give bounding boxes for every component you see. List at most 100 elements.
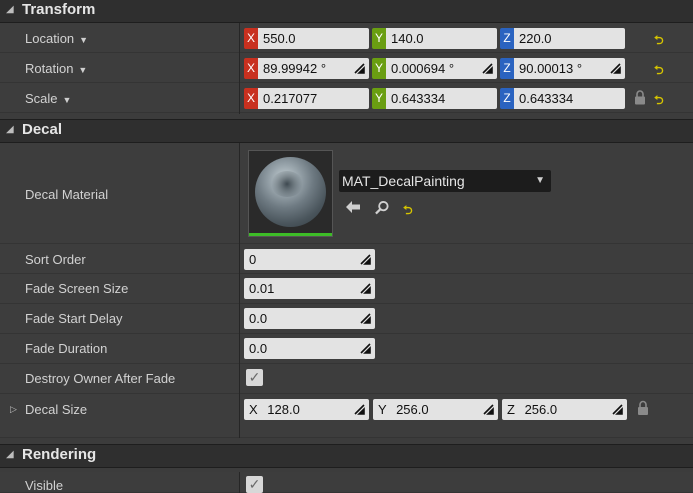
scale-z-value: 0.643334: [519, 91, 574, 106]
destroy-owner-after-fade-checkbox[interactable]: ✓: [246, 369, 263, 386]
rotation-z-field[interactable]: 90.00013 °: [514, 58, 625, 79]
decal-size-y-field[interactable]: Y 256.0: [373, 399, 498, 420]
expand-arrow-icon[interactable]: ▷: [10, 404, 17, 415]
z-axis-badge: Z: [500, 58, 514, 79]
y-axis-badge: Y: [372, 58, 386, 79]
visible-checkbox[interactable]: ✓: [246, 476, 263, 493]
fade-screen-size-value: 0.01: [249, 281, 275, 296]
fade-duration-value: 0.0: [249, 341, 268, 356]
scale-y-field[interactable]: 0.643334: [386, 88, 497, 109]
drag-handle-icon[interactable]: [360, 313, 371, 324]
column-divider-transform[interactable]: [239, 22, 240, 114]
decal-size-x-field[interactable]: X 128.0: [244, 399, 369, 420]
dropdown-arrow-icon[interactable]: ▼: [79, 35, 88, 45]
lock-icon[interactable]: [634, 89, 646, 106]
drag-handle-icon[interactable]: [610, 63, 621, 74]
reset-to-default-icon[interactable]: ⮌: [654, 31, 664, 52]
dropdown-arrow-icon[interactable]: ▼: [535, 170, 545, 192]
y-axis-badge: Y: [372, 88, 386, 109]
collapse-arrow-icon[interactable]: ◢: [6, 449, 14, 460]
decal-size-z-value: 256.0: [524, 402, 558, 417]
drag-handle-icon[interactable]: [360, 343, 371, 354]
decal-size-y-value: 256.0: [396, 402, 429, 417]
location-x-field[interactable]: 550.0: [258, 28, 369, 49]
checkmark-icon: ✓: [248, 369, 261, 385]
collapse-arrow-icon[interactable]: ◢: [6, 4, 14, 15]
drag-handle-icon[interactable]: [354, 63, 365, 74]
decal-size-z-prefix: Z: [507, 402, 515, 417]
drag-handle-icon[interactable]: [482, 63, 493, 74]
location-x-value: 550.0: [263, 31, 296, 46]
location-y-value: 140.0: [391, 31, 424, 46]
rotation-z-value: 90.00013 °: [519, 61, 583, 76]
scale-x-field[interactable]: 0.217077: [258, 88, 369, 109]
material-thumbnail[interactable]: [248, 150, 333, 237]
scale-y-value: 0.643334: [391, 91, 446, 106]
x-axis-badge: X: [244, 88, 258, 109]
fade-start-delay-label: Fade Start Delay: [25, 311, 123, 326]
scale-z-field[interactable]: 0.643334: [514, 88, 625, 109]
fade-duration-field[interactable]: 0.0: [244, 338, 375, 359]
fade-start-delay-field[interactable]: 0.0: [244, 308, 375, 329]
drag-handle-icon[interactable]: [360, 283, 371, 294]
location-label-text: Location: [25, 31, 75, 46]
decal-material-combo[interactable]: MAT_DecalPainting ▼: [339, 170, 551, 192]
location-z-value: 220.0: [519, 31, 552, 46]
rotation-x-value: 89.99942 °: [263, 61, 327, 76]
decal-material-label: Decal Material: [25, 187, 109, 202]
checkmark-icon: ✓: [248, 476, 261, 492]
rotation-y-field[interactable]: 0.000694 °: [386, 58, 497, 79]
row-visible-bg: [0, 472, 693, 493]
decal-category-title: Decal: [22, 121, 63, 138]
decal-size-x-value: 128.0: [267, 402, 300, 417]
destroy-owner-after-fade-label: Destroy Owner After Fade: [25, 371, 176, 386]
x-axis-badge: X: [244, 28, 258, 49]
transform-category-title: Transform: [22, 1, 96, 18]
fade-start-delay-value: 0.0: [249, 311, 268, 326]
material-type-bar: [249, 233, 332, 236]
decal-material-value: MAT_DecalPainting: [342, 173, 465, 189]
drag-handle-icon[interactable]: [354, 404, 365, 415]
decal-size-label: Decal Size: [25, 402, 88, 417]
fade-duration-label: Fade Duration: [25, 341, 108, 356]
fade-screen-size-label: Fade Screen Size: [25, 281, 129, 296]
sort-order-value: 0: [249, 252, 257, 267]
sort-order-field[interactable]: 0: [244, 249, 375, 270]
reset-to-default-icon[interactable]: ⮌: [403, 201, 413, 222]
location-label[interactable]: Location ▼: [25, 31, 88, 46]
transform-category-header[interactable]: ◢ Transform: [0, 0, 693, 23]
drag-handle-icon[interactable]: [483, 404, 494, 415]
column-divider-decal[interactable]: [239, 141, 240, 438]
location-z-field[interactable]: 220.0: [514, 28, 625, 49]
lock-icon[interactable]: [637, 399, 649, 417]
use-selected-arrow-icon[interactable]: [345, 200, 361, 214]
decal-size-z-field[interactable]: Z 256.0: [502, 399, 627, 420]
reset-to-default-icon[interactable]: ⮌: [654, 91, 664, 112]
drag-handle-icon[interactable]: [360, 254, 371, 265]
scale-label[interactable]: Scale ▼: [25, 91, 71, 106]
rotation-label-text: Rotation: [25, 61, 74, 76]
y-axis-badge: Y: [372, 28, 386, 49]
column-divider-rendering[interactable]: [239, 472, 240, 493]
x-axis-badge: X: [244, 58, 258, 79]
browse-search-icon[interactable]: [374, 200, 390, 215]
z-axis-badge: Z: [500, 88, 514, 109]
collapse-arrow-icon[interactable]: ◢: [6, 124, 14, 135]
rotation-x-field[interactable]: 89.99942 °: [258, 58, 369, 79]
scale-label-text: Scale: [25, 91, 58, 106]
fade-screen-size-field[interactable]: 0.01: [244, 278, 375, 299]
dropdown-arrow-icon[interactable]: ▼: [63, 95, 72, 105]
visible-label: Visible: [25, 478, 64, 493]
rotation-label[interactable]: Rotation ▼: [25, 61, 87, 76]
decal-size-y-prefix: Y: [378, 402, 387, 417]
reset-to-default-icon[interactable]: ⮌: [654, 61, 664, 82]
scale-x-value: 0.217077: [263, 91, 318, 106]
location-y-field[interactable]: 140.0: [386, 28, 497, 49]
drag-handle-icon[interactable]: [612, 404, 623, 415]
decal-category-header[interactable]: ◢ Decal: [0, 119, 693, 143]
rotation-y-value: 0.000694 °: [391, 61, 455, 76]
rendering-category-header[interactable]: ◢ Rendering: [0, 444, 693, 468]
decal-size-x-prefix: X: [249, 402, 258, 417]
dropdown-arrow-icon[interactable]: ▼: [78, 65, 87, 75]
z-axis-badge: Z: [500, 28, 514, 49]
